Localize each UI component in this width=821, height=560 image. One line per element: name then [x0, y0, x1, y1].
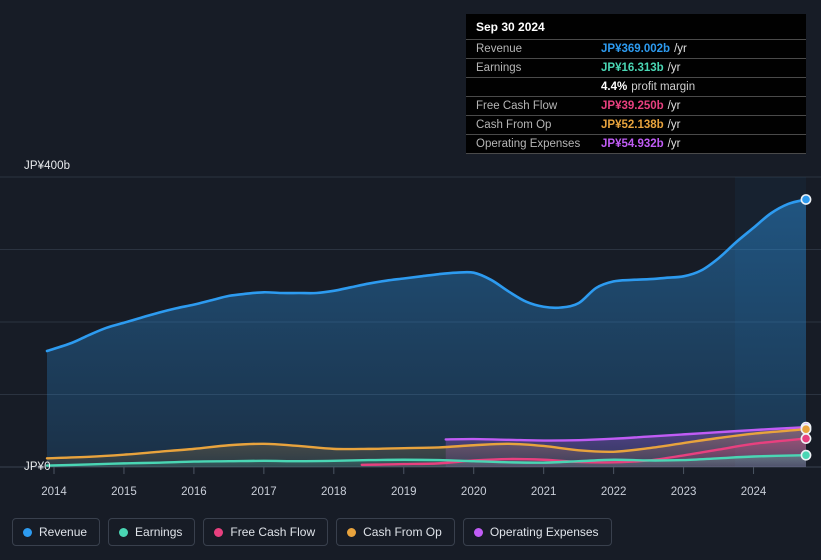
x-tick-label: 2016 — [181, 486, 207, 498]
tooltip-row: Free Cash Flow JP¥39.250b/yr — [466, 96, 806, 115]
tooltip-row: Earnings JP¥16.313b/yr — [466, 58, 806, 77]
x-tick-label: 2023 — [670, 486, 697, 498]
x-axis: 2014 2015 2016 2017 2018 2019 2020 2021 2022 2023… — [0, 486, 821, 506]
tooltip-row-label: Free Cash Flow — [476, 100, 558, 112]
tooltip-row-value-group: JP¥16.313b/yr — [601, 62, 680, 74]
tooltip-row-label: Earnings — [476, 62, 522, 74]
tooltip-row-value-group: JP¥369.002b/yr — [601, 43, 687, 55]
tooltip-row: Cash From Op JP¥52.138b/yr — [466, 115, 806, 134]
legend-item-cash-from-op[interactable]: Cash From Op — [336, 518, 455, 546]
endpoint-marker-free-cash-flow — [800, 433, 812, 444]
y-axis-label-max: JP¥400b — [24, 160, 71, 172]
tooltip-row-value: JP¥52.138b — [601, 119, 664, 131]
chart-axis-ticks — [53, 467, 755, 474]
chart-legend: Revenue Earnings Free Cash Flow Cash From O… — [12, 518, 612, 546]
tooltip-row-label: Revenue — [476, 43, 523, 55]
tooltip-row-value-group: JP¥52.138b/yr — [601, 119, 680, 131]
tooltip-row-suffix: /yr — [667, 62, 681, 74]
x-tick-label: 2024 — [740, 486, 767, 498]
legend-item-operating-expenses[interactable]: Operating Expenses — [462, 518, 612, 546]
x-tick-label: 2017 — [251, 486, 277, 498]
financial-chart-page: JP¥400b JP¥0 2014 2015 2016 2017 2018 2019 202… — [0, 0, 821, 560]
y-axis-label-zero: JP¥0 — [24, 461, 51, 473]
x-tick-label: 2018 — [321, 486, 347, 498]
legend-item-label: Operating Expenses — [489, 525, 599, 539]
legend-item-label: Earnings — [135, 525, 183, 539]
legend-color-dot-icon — [473, 527, 483, 537]
legend-color-dot-icon — [23, 527, 32, 537]
legend-color-dot-icon — [347, 527, 357, 537]
tooltip-row-label: Cash From Op — [476, 119, 552, 131]
tooltip-row-suffix: /yr — [667, 138, 681, 150]
tooltip-row-value-group: 4.4% profit margin — [601, 81, 695, 93]
legend-item-free-cash-flow[interactable]: Free Cash Flow — [203, 518, 329, 546]
tooltip-date: Sep 30 2024 — [476, 20, 545, 34]
tooltip-row-value: 4.4% — [601, 81, 628, 93]
x-tick-label: 2015 — [111, 486, 137, 498]
tooltip-row-suffix: /yr — [674, 43, 687, 55]
legend-color-dot-icon — [119, 527, 129, 537]
x-tick-label: 2020 — [460, 486, 487, 498]
chart-series-areas — [47, 199, 806, 467]
legend-item-label: Revenue — [39, 525, 88, 539]
data-tooltip: Sep 30 2024 Revenue JP¥369.002b/yr Earning… — [466, 14, 806, 154]
endpoint-marker-revenue — [800, 194, 812, 205]
tooltip-row-label: Operating Expenses — [476, 138, 581, 150]
tooltip-row-value-group: JP¥54.932b/yr — [601, 138, 680, 150]
tooltip-row-value-group: JP¥39.250b/yr — [601, 100, 680, 112]
legend-item-revenue[interactable]: Revenue — [12, 518, 101, 546]
tooltip-row-suffix: /yr — [667, 119, 681, 131]
tooltip-row-suffix: /yr — [667, 100, 681, 112]
tooltip-row-value: JP¥16.313b — [601, 62, 664, 74]
legend-item-earnings[interactable]: Earnings — [108, 518, 196, 546]
tooltip-row: Revenue JP¥369.002b/yr — [466, 39, 806, 58]
tooltip-row-value: JP¥54.932b — [601, 138, 664, 150]
tooltip-row-value: JP¥369.002b — [601, 43, 671, 55]
endpoint-marker-cash-from-op — [800, 423, 812, 435]
tooltip-row: 4.4% profit margin — [466, 77, 806, 96]
tooltip-row: Operating Expenses JP¥54.932b/yr — [466, 134, 806, 154]
tooltip-row-subtext: profit margin — [631, 81, 696, 93]
x-tick-label: 2022 — [600, 486, 627, 498]
x-tick-label: 2019 — [390, 486, 417, 498]
tooltip-row-value: JP¥39.250b — [601, 100, 664, 112]
x-tick-label: 2021 — [530, 486, 557, 498]
series-area-revenue — [47, 199, 806, 467]
legend-item-label: Cash From Op — [363, 525, 442, 539]
legend-color-dot-icon — [214, 527, 224, 537]
x-tick-label: 2014 — [41, 486, 67, 498]
endpoint-marker-earnings — [800, 449, 812, 461]
legend-item-label: Free Cash Flow — [230, 525, 316, 539]
